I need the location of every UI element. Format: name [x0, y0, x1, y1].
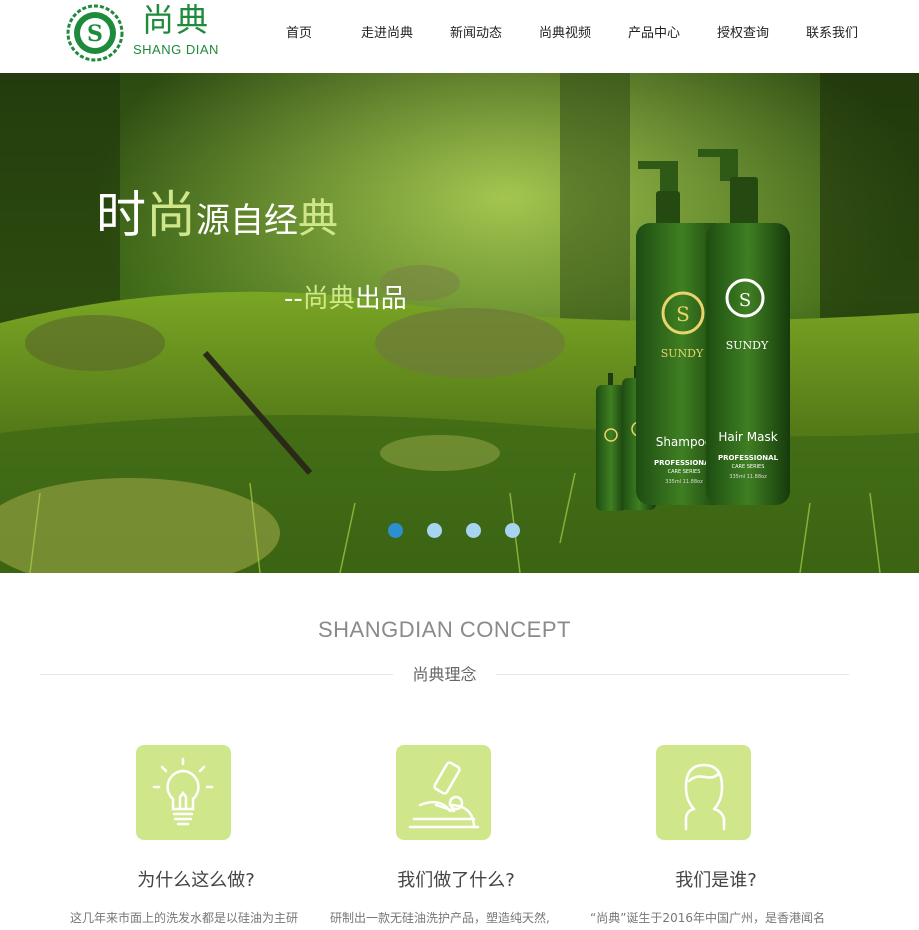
concept-title: SHANGDIAN CONCEPT	[318, 617, 571, 642]
nav-item-home[interactable]: 首页	[286, 22, 312, 41]
product-shampoo-series: CARE SERIES	[668, 469, 701, 475]
concept-subtitle: 尚典理念	[412, 665, 477, 684]
subline-prefix: --	[284, 284, 303, 314]
feature-who-title: 我们是谁?	[675, 870, 757, 891]
brand-name-en: SHANG DIAN	[133, 42, 219, 57]
logo-emblem-icon: S	[66, 4, 124, 62]
product-shampoo-name: Shampoo	[656, 435, 713, 449]
nav-item-about[interactable]: 走进尚典	[361, 22, 413, 41]
subline-highlight: 尚典	[302, 284, 355, 314]
headline-part-4: 典	[298, 196, 338, 242]
headline-part-1: 时	[96, 186, 146, 244]
person-icon	[656, 745, 751, 840]
nav-item-videos[interactable]: 尚典视频	[539, 22, 591, 41]
carousel-dot-3[interactable]	[466, 523, 481, 538]
product-hairmask-line: PROFESSIONAL	[718, 454, 779, 462]
banner-subline: --尚典出品	[284, 278, 407, 315]
nav-item-authorization[interactable]: 授权查询	[717, 22, 769, 41]
brand-name-cn: 尚典	[142, 1, 211, 39]
product-hairmask-name: Hair Mask	[718, 430, 777, 444]
headline-part-2: 尚	[146, 186, 196, 244]
feature-what-title: 我们做了什么?	[397, 870, 515, 891]
carousel-dot-1[interactable]	[388, 523, 403, 538]
subline-suffix: 出品	[354, 284, 407, 314]
product-shampoo-volume: 335ml 11.88oz	[665, 479, 703, 485]
svg-text:S: S	[87, 21, 103, 47]
product-shampoo-line: PROFESSIONAL	[654, 459, 715, 467]
feature-why-title: 为什么这么做?	[137, 870, 255, 891]
svg-text:S: S	[676, 302, 690, 326]
feature-why-text: 这几年来市面上的洗发水都是以硅油为主研	[70, 911, 299, 925]
forest-background-image: S SUNDY Shampoo PROFESSIONAL CARE SERIES…	[0, 73, 919, 573]
product-hairmask-brand: SUNDY	[726, 339, 769, 352]
lightbulb-icon	[136, 745, 231, 840]
feature-who-text: “尚典”诞生于2016年中国广州，是香港闻名	[590, 911, 825, 925]
nav-item-products[interactable]: 产品中心	[628, 22, 680, 41]
site-header: S 尚典 SHANG DIAN 首页 走进尚典 新闻动态 尚典视频 产品中心 授…	[0, 0, 919, 73]
hero-banner[interactable]: S SUNDY Shampoo PROFESSIONAL CARE SERIES…	[0, 73, 919, 573]
headline-part-3: 源自经	[196, 201, 298, 241]
product-shampoo-brand: SUNDY	[661, 347, 704, 360]
svg-text:S: S	[739, 290, 751, 311]
carousel-dot-4[interactable]	[505, 523, 520, 538]
product-hairmask-volume: 335ml 11.88oz	[729, 474, 767, 480]
nav-item-contact[interactable]: 联系我们	[806, 22, 858, 41]
product-hairmask-series: CARE SERIES	[732, 464, 765, 470]
nav-item-news[interactable]: 新闻动态	[450, 22, 502, 41]
banner-headline: 时尚源自经典	[96, 175, 338, 247]
feature-what-text: 研制出一款无硅油洗护产品，塑造纯天然,	[330, 911, 550, 925]
microscope-icon	[396, 745, 491, 840]
carousel-dot-2[interactable]	[427, 523, 442, 538]
